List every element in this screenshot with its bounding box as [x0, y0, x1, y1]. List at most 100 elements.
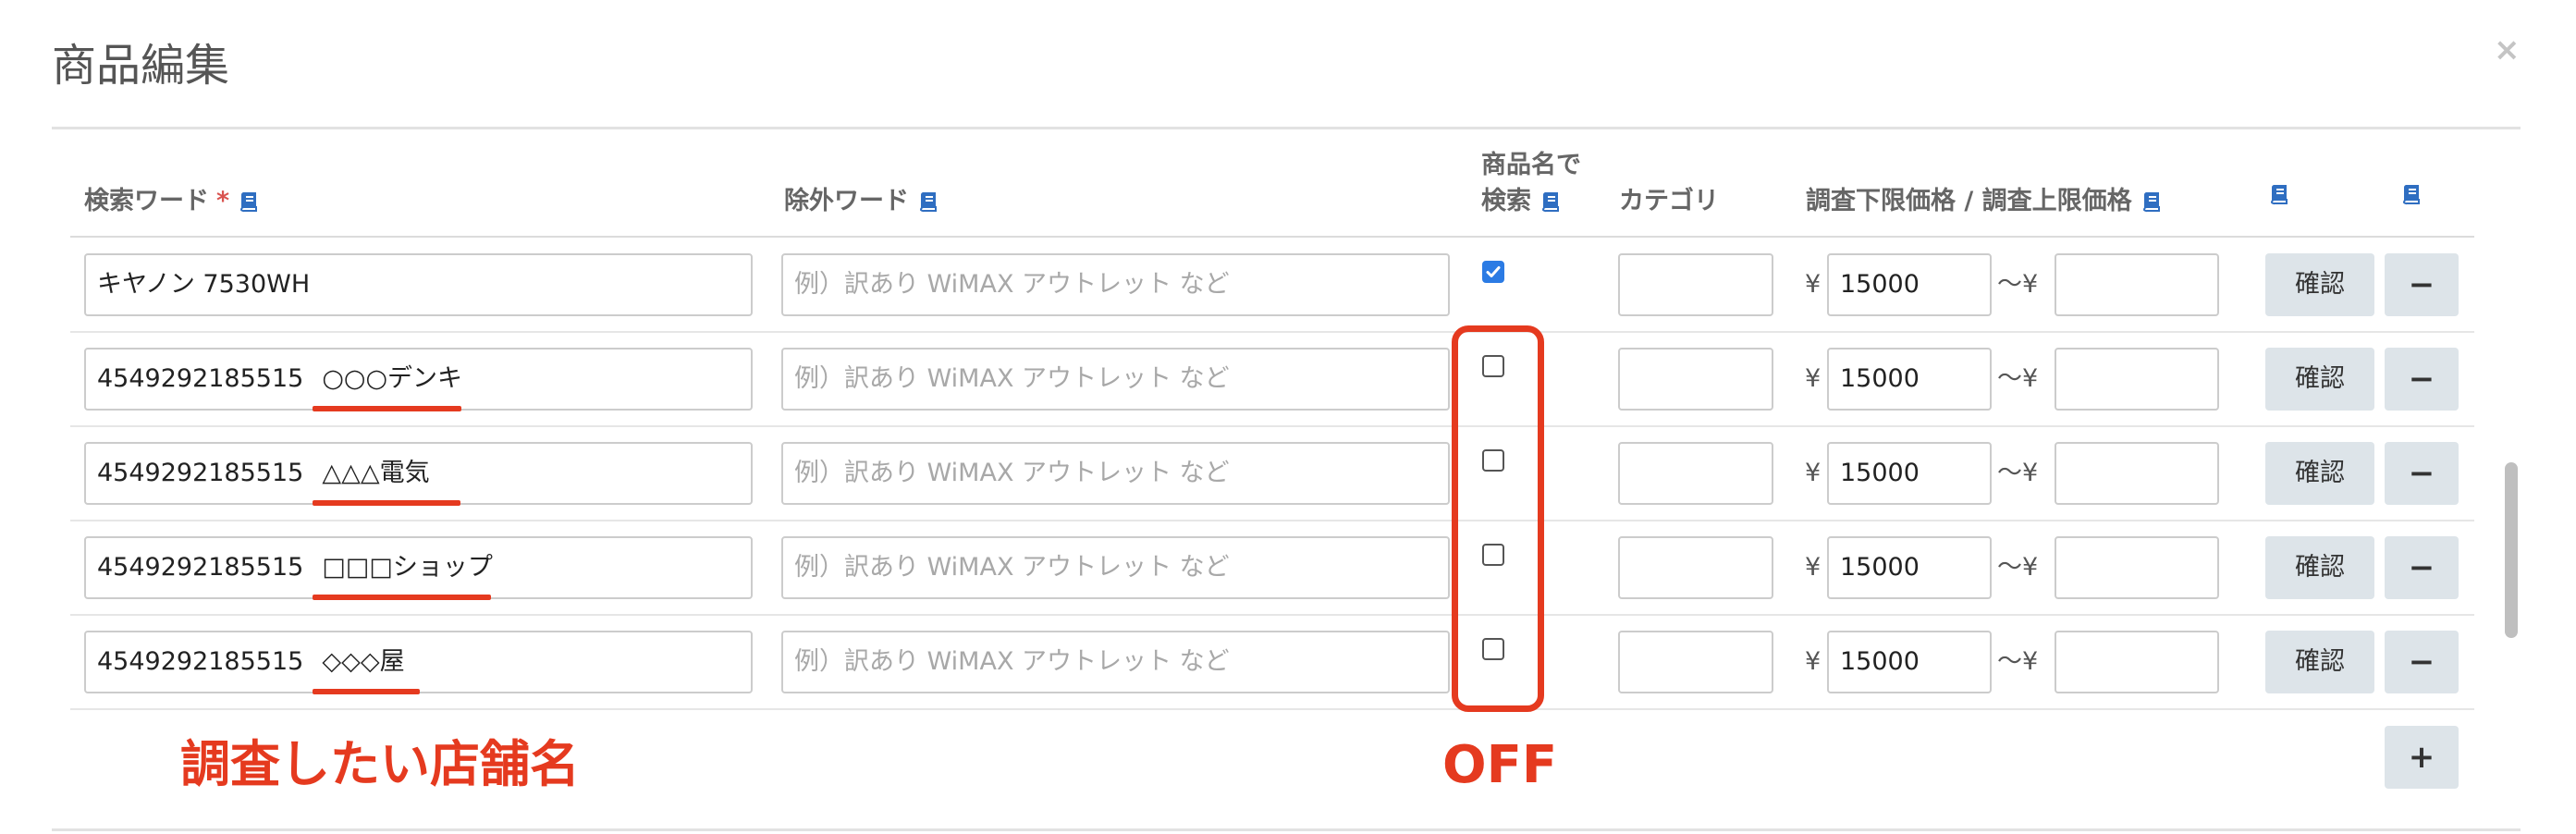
- confirm-button[interactable]: 確認: [2265, 442, 2374, 505]
- remove-row-button[interactable]: −: [2385, 536, 2459, 599]
- row-divider: [70, 425, 2474, 427]
- remove-row-button[interactable]: −: [2385, 253, 2459, 316]
- lower-price-input[interactable]: 15000: [1827, 348, 1992, 411]
- range-tilde: 〜¥: [1997, 253, 2038, 316]
- search-word-store: ◇◇◇屋: [322, 647, 405, 676]
- lower-price-input[interactable]: 15000: [1827, 442, 1992, 505]
- row-divider: [70, 614, 2474, 616]
- checkbox-highlight-box: [1452, 325, 1544, 712]
- currency-symbol: ¥: [2022, 553, 2039, 582]
- lower-price-input[interactable]: 15000: [1827, 536, 1992, 599]
- header-search-word: 検索ワード *: [84, 183, 259, 220]
- category-input[interactable]: [1618, 348, 1773, 411]
- header-category: カテゴリ: [1619, 187, 1719, 215]
- upper-price-input[interactable]: [2055, 631, 2219, 693]
- search-word-input[interactable]: 4549292185515 ◇◇◇屋: [84, 631, 753, 693]
- store-name-underline: [313, 406, 461, 411]
- add-row-button[interactable]: +: [2385, 726, 2459, 789]
- range-tilde: 〜¥: [1997, 631, 2038, 693]
- header-price-range-label: 調査下限価格 / 調査上限価格: [1806, 187, 2132, 215]
- header-name-search: 検索: [1481, 183, 1561, 220]
- title-divider: [52, 127, 2521, 129]
- upper-price-input[interactable]: [2055, 348, 2219, 411]
- confirm-button[interactable]: 確認: [2265, 348, 2374, 411]
- search-word-store: □□□ショップ: [322, 553, 493, 582]
- confirm-button[interactable]: 確認: [2265, 253, 2374, 316]
- tilde-text: 〜: [1997, 270, 2022, 299]
- currency-symbol: ¥: [2022, 364, 2039, 393]
- search-word-input[interactable]: キヤノン 7530WH: [84, 253, 753, 316]
- exclude-word-input[interactable]: 例）訳あり WiMAX アウトレット など: [781, 253, 1450, 316]
- remove-row-button[interactable]: −: [2385, 348, 2459, 411]
- category-input[interactable]: [1618, 536, 1773, 599]
- header-price-range: 調査下限価格 / 調査上限価格: [1806, 183, 2162, 220]
- book-icon[interactable]: [2401, 183, 2422, 205]
- category-input[interactable]: [1618, 442, 1773, 505]
- range-tilde: 〜¥: [1997, 442, 2038, 505]
- search-word-code: 4549292185515: [97, 553, 304, 582]
- header-remove-help: [2392, 183, 2422, 205]
- exclude-word-input[interactable]: 例）訳あり WiMAX アウトレット など: [781, 631, 1450, 693]
- tilde-text: 〜: [1997, 647, 2022, 676]
- tilde-text: 〜: [1997, 364, 2022, 393]
- search-word-text: キヤノン 7530WH: [97, 270, 311, 299]
- search-word-code: 4549292185515: [97, 364, 304, 393]
- category-input[interactable]: [1618, 631, 1773, 693]
- book-icon[interactable]: [239, 190, 259, 213]
- currency-symbol: ¥: [2022, 647, 2039, 676]
- row-divider: [70, 520, 2474, 521]
- required-mark: *: [216, 187, 230, 215]
- upper-price-input[interactable]: [2055, 253, 2219, 316]
- store-name-underline: [313, 689, 420, 694]
- remove-row-button[interactable]: −: [2385, 631, 2459, 693]
- search-word-input[interactable]: 4549292185515 □□□ショップ: [84, 536, 753, 599]
- row-divider: [70, 331, 2474, 333]
- row-divider: [70, 708, 2474, 710]
- footer-divider: [52, 828, 2521, 831]
- search-word-store: ○○○デンキ: [322, 364, 463, 393]
- search-word-input[interactable]: 4549292185515 △△△電気: [84, 442, 753, 505]
- currency-symbol: ¥: [1805, 270, 1822, 299]
- range-tilde: 〜¥: [1997, 536, 2038, 599]
- upper-price-input[interactable]: [2055, 536, 2219, 599]
- currency-symbol: ¥: [1805, 459, 1822, 487]
- close-icon[interactable]: ×: [2494, 31, 2521, 68]
- book-icon[interactable]: [1540, 190, 1561, 213]
- search-word-store: △△△電気: [322, 459, 430, 487]
- scrollbar-thumb[interactable]: [2505, 462, 2518, 638]
- currency-symbol: ¥: [1805, 553, 1822, 582]
- upper-price-input[interactable]: [2055, 442, 2219, 505]
- name-search-checkbox[interactable]: [1482, 261, 1504, 283]
- category-input[interactable]: [1618, 253, 1773, 316]
- header-name-search-label: 検索: [1481, 187, 1531, 215]
- tilde-text: 〜: [1997, 553, 2022, 582]
- header-exclude-word-label: 除外ワード: [784, 187, 909, 215]
- currency-symbol: ¥: [1805, 364, 1822, 393]
- header-exclude-word: 除外ワード: [784, 183, 938, 220]
- header-search-word-label: 検索ワード: [84, 187, 209, 215]
- remove-row-button[interactable]: −: [2385, 442, 2459, 505]
- search-word-input[interactable]: 4549292185515 ○○○デンキ: [84, 348, 753, 411]
- annotation-store-name: 調査したい店舗名: [180, 735, 580, 793]
- header-divider: [70, 236, 2474, 238]
- exclude-word-input[interactable]: 例）訳あり WiMAX アウトレット など: [781, 348, 1450, 411]
- book-icon[interactable]: [2141, 190, 2162, 213]
- lower-price-input[interactable]: 15000: [1827, 253, 1992, 316]
- confirm-button[interactable]: 確認: [2265, 536, 2374, 599]
- currency-symbol: ¥: [2022, 270, 2039, 299]
- annotation-off: OFF: [1442, 735, 1558, 795]
- dialog-title: 商品編集: [52, 40, 230, 92]
- book-icon[interactable]: [2269, 183, 2289, 205]
- exclude-word-input[interactable]: 例）訳あり WiMAX アウトレット など: [781, 536, 1450, 599]
- currency-symbol: ¥: [2022, 459, 2039, 487]
- tilde-text: 〜: [1997, 459, 2022, 487]
- exclude-word-input[interactable]: 例）訳あり WiMAX アウトレット など: [781, 442, 1450, 505]
- check-icon: [1486, 266, 1501, 277]
- lower-price-input[interactable]: 15000: [1827, 631, 1992, 693]
- search-word-code: 4549292185515: [97, 459, 304, 487]
- book-icon[interactable]: [918, 190, 938, 213]
- header-confirm-help: [2260, 183, 2289, 205]
- range-tilde: 〜¥: [1997, 348, 2038, 411]
- store-name-underline: [313, 500, 460, 506]
- confirm-button[interactable]: 確認: [2265, 631, 2374, 693]
